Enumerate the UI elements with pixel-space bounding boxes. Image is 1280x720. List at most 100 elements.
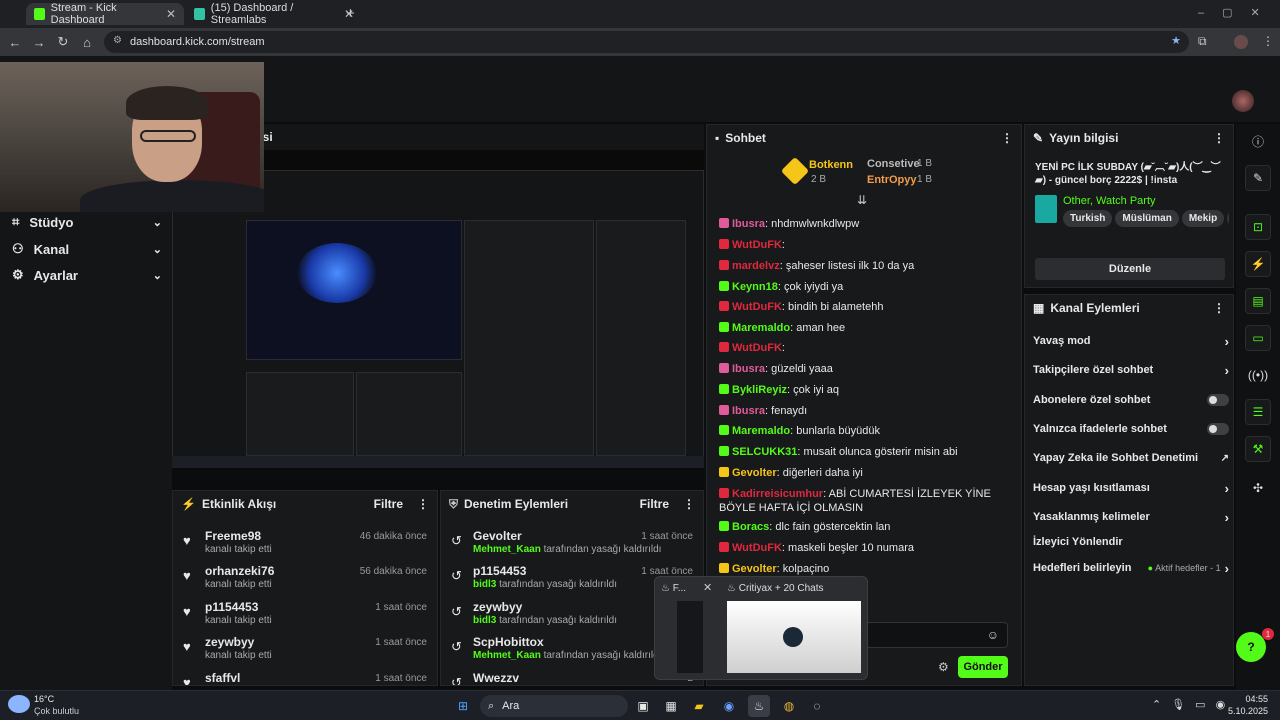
event-user[interactable]: Wwezzv — [473, 671, 519, 685]
chat-username[interactable]: WutDuFK — [732, 239, 782, 251]
preview-thumbnail-2[interactable] — [727, 601, 861, 673]
more-options-icon[interactable]: ⋮ — [417, 497, 429, 511]
chat-username[interactable]: Ibusra — [732, 218, 765, 230]
more-options-icon[interactable]: ⋮ — [1213, 301, 1225, 315]
event-user[interactable]: zeywbyy — [205, 635, 254, 649]
event-user[interactable]: sfaffvl — [205, 671, 240, 685]
chat-username[interactable]: WutDuFK — [732, 342, 782, 354]
action-emote-only[interactable]: Yalnızca ifadelerle sohbet — [1033, 420, 1229, 438]
chat-icon[interactable]: ▭ — [1245, 325, 1271, 351]
task-view-icon[interactable]: ▣ — [632, 695, 654, 717]
moderator-name[interactable]: Mehmet_Kaan — [473, 544, 541, 555]
sidebar-item-settings[interactable]: ⚙ Ayarlar ⌄ — [12, 265, 162, 285]
chat-settings-icon[interactable]: ⚙ — [938, 660, 949, 674]
taskbar-preview-popup[interactable]: ♨ F... ✕ ♨ Critiyax + 20 Chats — [654, 576, 868, 680]
forward-icon[interactable]: → — [27, 35, 51, 50]
weather-temp[interactable]: 16°C — [34, 694, 54, 704]
action-ai-moderation[interactable]: Yapay Zeka ile Sohbet Denetimi ↗ — [1033, 449, 1229, 467]
info-icon[interactable]: ⓘ — [1245, 128, 1271, 154]
chat-username[interactable]: Kadirreisicumhur — [732, 488, 823, 500]
event-user[interactable]: ScpHobittox — [473, 635, 544, 649]
chat-username[interactable]: Gevolter — [732, 467, 777, 479]
sidebar-item-studio[interactable]: ⌗ Stüdyo ⌄ — [12, 212, 162, 232]
chat-input[interactable]: ☺ — [866, 622, 1008, 648]
document-icon[interactable]: ▤ — [1245, 288, 1271, 314]
more-options-icon[interactable]: ⋮ — [1001, 131, 1013, 145]
chat-username[interactable]: SELCUKK31 — [732, 446, 797, 458]
support-button[interactable]: ? — [1236, 632, 1266, 662]
event-user[interactable]: Gevolter — [473, 529, 522, 543]
address-bar[interactable]: ⚙ dashboard.kick.com/stream ★ — [104, 31, 1189, 53]
obs-icon[interactable]: ◉ — [718, 695, 740, 717]
toggle-switch[interactable] — [1207, 394, 1229, 406]
close-icon[interactable]: ✕ — [703, 581, 712, 594]
profile-avatar[interactable] — [1234, 35, 1248, 49]
action-followers-only[interactable]: Takipçilere özel sohbet › — [1033, 361, 1229, 379]
chrome-icon[interactable]: ◍ — [778, 695, 800, 717]
close-icon[interactable]: ✕ — [166, 7, 176, 21]
reload-icon[interactable]: ↻ — [51, 34, 75, 50]
action-slow-mode[interactable]: Yavaş mod › — [1033, 332, 1229, 350]
chat-username[interactable]: Keynn18 — [732, 281, 778, 293]
user-avatar[interactable] — [1232, 90, 1254, 112]
action-subscribers-only[interactable]: Abonelere özel sohbet — [1033, 391, 1229, 409]
event-user[interactable]: p1154453 — [205, 600, 258, 614]
filter-button[interactable]: Filtre — [374, 497, 403, 511]
clock-time[interactable]: 04:55 — [1220, 694, 1268, 704]
chat-username[interactable]: Maremaldo — [732, 425, 790, 437]
action-raid[interactable]: İzleyici Yönlendir — [1033, 533, 1229, 551]
menu-icon[interactable]: ⋮ — [1262, 34, 1274, 48]
event-user[interactable]: Freeme98 — [205, 529, 261, 543]
moderator-name[interactable]: bidl3 — [473, 615, 496, 626]
action-account-age[interactable]: Hesap yaşı kısıtlaması › — [1033, 479, 1229, 497]
emoji-icon[interactable]: ☺ — [987, 628, 999, 642]
calculator-icon[interactable]: ▦ — [660, 695, 682, 717]
weather-desc[interactable]: Çok bulutlu — [34, 706, 79, 716]
steam-taskbar-icon[interactable]: ♨ — [748, 695, 770, 717]
tab-streamlabs[interactable]: (15) Dashboard / Streamlabs ✕ — [186, 2, 362, 26]
chat-username[interactable]: Ibusra — [732, 363, 765, 375]
bookmark-star-icon[interactable]: ★ — [1171, 34, 1181, 47]
moderator-name[interactable]: Mehmet_Kaan — [473, 650, 541, 661]
chat-username[interactable]: WutDuFK — [732, 542, 782, 554]
extensions-icon[interactable]: ⧉ — [1198, 34, 1207, 49]
action-goals[interactable]: Hedefleri belirleyin ● Aktif hedefler - 1… — [1033, 559, 1229, 577]
collapse-icon[interactable]: ⇊ — [857, 193, 867, 207]
event-user[interactable]: p1154453 — [473, 564, 526, 578]
drag-handle-icon[interactable]: ✣ — [1245, 475, 1271, 501]
preview-thumbnail-1[interactable] — [677, 601, 703, 673]
chat-username[interactable]: mardelvz — [732, 260, 780, 272]
chat-username[interactable]: Gevolter — [732, 563, 777, 575]
stream-category[interactable]: Other, Watch Party — [1063, 195, 1156, 207]
send-button[interactable]: Gönder — [958, 656, 1008, 678]
edit-button[interactable]: Düzenle — [1035, 258, 1225, 280]
lightning-icon[interactable]: ⚡ — [1245, 251, 1271, 277]
chat-username[interactable]: Maremaldo — [732, 322, 790, 334]
list-icon[interactable]: ☰ — [1245, 399, 1271, 425]
back-icon[interactable]: ← — [3, 35, 27, 50]
event-user[interactable]: orhanzeki76 — [205, 564, 274, 578]
chat-username[interactable]: Boracs — [732, 521, 769, 533]
moderator-name[interactable]: bidl3 — [473, 579, 496, 590]
sidebar-item-channel[interactable]: ⚇ Kanal ⌄ — [12, 239, 162, 259]
pencil-icon[interactable]: ✎ — [1245, 165, 1271, 191]
event-user[interactable]: zeywbyy — [473, 600, 522, 614]
action-banned-words[interactable]: Yasaklanmış kelimeler › — [1033, 508, 1229, 526]
filter-button[interactable]: Filtre — [640, 497, 669, 511]
chat-username[interactable]: Ibusra — [732, 405, 765, 417]
preview-item-2[interactable]: ♨ Critiyax + 20 Chats — [727, 583, 824, 594]
more-options-icon[interactable]: ⋮ — [1213, 131, 1225, 145]
window-controls[interactable]: –▢✕ — [1198, 6, 1278, 19]
tab-kick-dashboard[interactable]: Stream - Kick Dashboard ✕ — [26, 2, 184, 26]
site-info-icon[interactable]: ⚙ — [113, 35, 122, 46]
clock-date[interactable]: 5.10.2025 — [1220, 706, 1268, 716]
app-icon[interactable]: ◌ — [806, 695, 828, 717]
windows-start-icon[interactable]: ⊞ — [452, 695, 474, 717]
camera-icon[interactable]: ⊡ — [1245, 214, 1271, 240]
wrench-icon[interactable]: ⚒ — [1245, 436, 1271, 462]
broadcast-icon[interactable]: ((•)) — [1245, 362, 1271, 388]
file-explorer-icon[interactable]: ▰ — [688, 695, 710, 717]
toggle-switch[interactable] — [1207, 423, 1229, 435]
more-options-icon[interactable]: ⋮ — [683, 497, 695, 511]
new-tab-button[interactable]: + — [346, 5, 355, 22]
